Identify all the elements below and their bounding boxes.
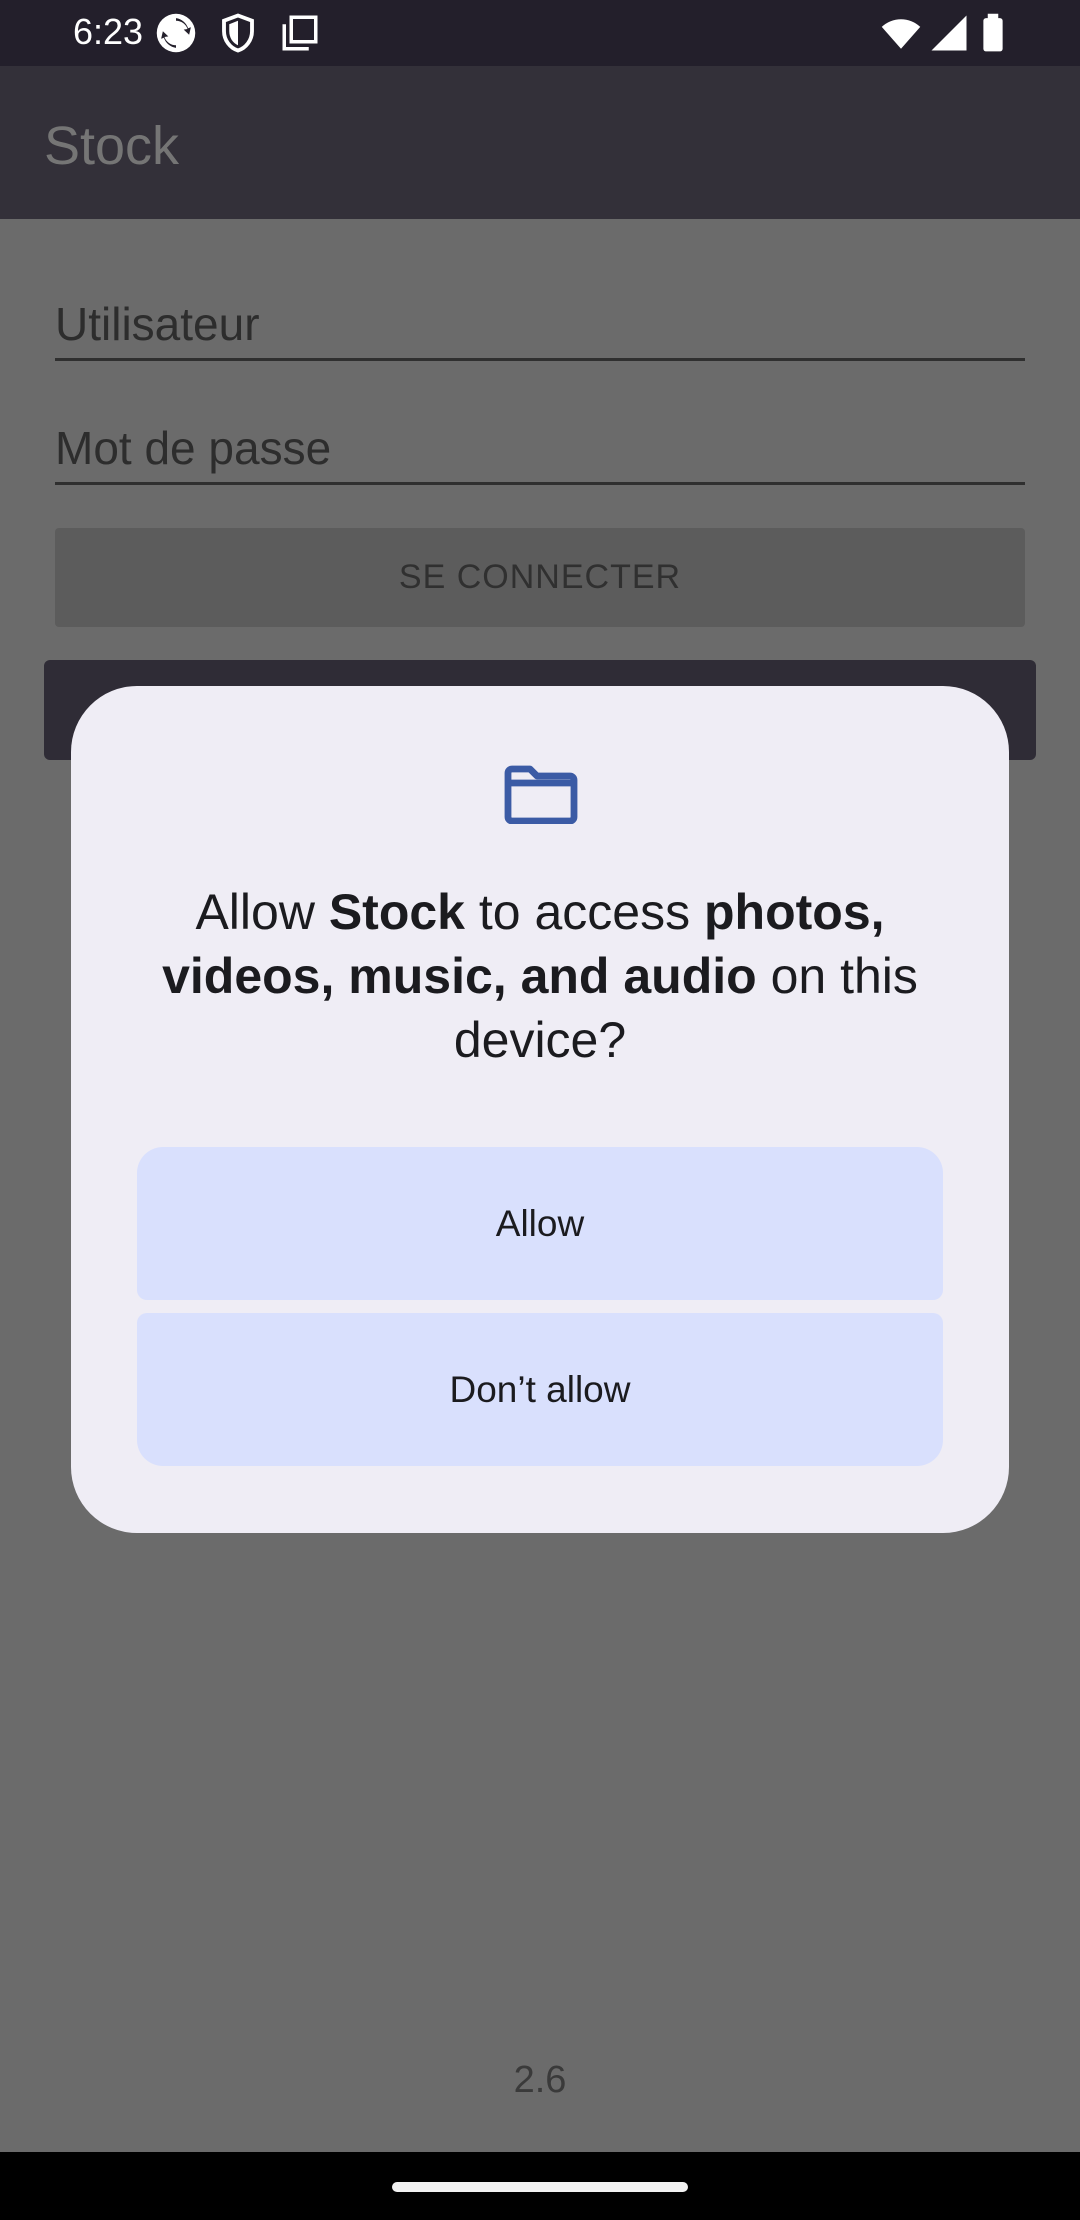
signal-icon	[928, 12, 970, 54]
msg-app-name: Stock	[328, 884, 465, 940]
wifi-icon	[880, 12, 922, 54]
permission-message: Allow Stock to access photos, videos, mu…	[121, 880, 959, 1072]
version-label: 2.6	[513, 2059, 567, 2101]
app-title: Stock	[44, 116, 180, 176]
allow-button[interactable]: Allow	[137, 1147, 943, 1300]
status-bar: 6:23	[0, 0, 1080, 66]
dont-allow-button[interactable]: Don’t allow	[137, 1313, 943, 1466]
username-input[interactable]	[55, 289, 1025, 358]
status-time: 6:23	[73, 11, 144, 52]
msg-part2: to access	[465, 884, 704, 940]
battery-icon	[972, 12, 1014, 54]
home-handle[interactable]	[392, 2182, 688, 2192]
username-field[interactable]	[55, 289, 1025, 361]
sync-icon	[155, 12, 197, 54]
navigation-bar	[0, 2152, 1080, 2220]
clipboard-icon	[279, 12, 321, 54]
folder-icon	[503, 762, 579, 824]
login-button[interactable]: SE CONNECTER	[55, 528, 1025, 627]
permission-dialog: Allow Stock to access photos, videos, mu…	[71, 686, 1009, 1533]
password-input[interactable]	[55, 413, 1025, 482]
msg-part1: Allow	[195, 884, 329, 940]
password-field[interactable]	[55, 413, 1025, 485]
shield-icon	[217, 12, 259, 54]
app-bar: Stock	[0, 66, 1080, 219]
